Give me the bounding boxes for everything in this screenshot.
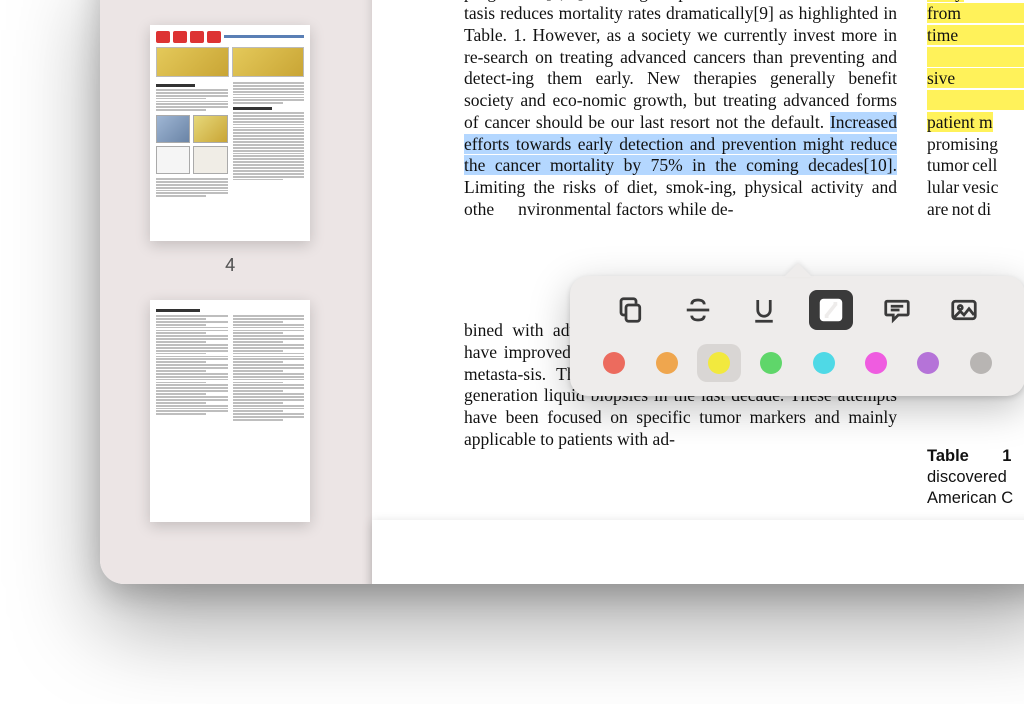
strikethrough-icon xyxy=(683,295,713,325)
color-dot xyxy=(603,352,625,374)
color-swatch-magenta[interactable] xyxy=(854,344,898,382)
color-swatch-green[interactable] xyxy=(749,344,793,382)
tool-row xyxy=(580,290,1015,330)
thumbnail-page-5[interactable] xyxy=(150,300,310,522)
color-swatch-gray[interactable] xyxy=(959,344,1003,382)
thumbnail-page-4[interactable] xyxy=(150,25,310,241)
color-dot xyxy=(813,352,835,374)
comment-icon xyxy=(882,295,912,325)
color-row xyxy=(580,344,1015,382)
body-text: nvironmental factors while de- xyxy=(518,199,733,219)
copy-tool[interactable] xyxy=(609,290,653,330)
thumbnail-page-number: 4 xyxy=(225,255,235,276)
color-dot xyxy=(970,352,992,374)
color-dot xyxy=(708,352,730,374)
body-text: promisingtumor celllular vesicare not di xyxy=(927,134,998,219)
color-dot xyxy=(760,352,782,374)
underline-tool[interactable] xyxy=(742,290,786,330)
highlight-icon xyxy=(816,295,846,325)
comment-tool[interactable] xyxy=(875,290,919,330)
text-column-right[interactable]: vanced ca away from time and sive tests … xyxy=(927,0,1024,508)
color-swatch-yellow[interactable] xyxy=(697,344,741,382)
thumbnail-page-number: 3 xyxy=(225,0,235,1)
image-tool[interactable] xyxy=(942,290,986,330)
thumbnail-sidebar: 3 4 xyxy=(100,0,360,584)
underline-icon xyxy=(749,295,779,325)
color-dot xyxy=(865,352,887,374)
color-dot xyxy=(917,352,939,374)
color-swatch-purple[interactable] xyxy=(906,344,950,382)
copy-icon xyxy=(616,295,646,325)
strikethrough-tool[interactable] xyxy=(676,290,720,330)
image-icon xyxy=(949,295,979,325)
color-dot xyxy=(656,352,678,374)
text-column-left[interactable]: to as metastasis and it is a defining ch… xyxy=(464,0,897,508)
highlighted-text[interactable]: away from time and sive tests patient m xyxy=(927,0,1024,132)
document-page-next xyxy=(372,520,1024,584)
color-swatch-orange[interactable] xyxy=(645,344,689,382)
highlight-tool[interactable] xyxy=(809,290,853,330)
color-swatch-cyan[interactable] xyxy=(802,344,846,382)
color-swatch-red[interactable] xyxy=(592,344,636,382)
table-caption: Table 1 Co discovered American C xyxy=(927,446,1024,508)
annotation-popover xyxy=(570,276,1024,396)
